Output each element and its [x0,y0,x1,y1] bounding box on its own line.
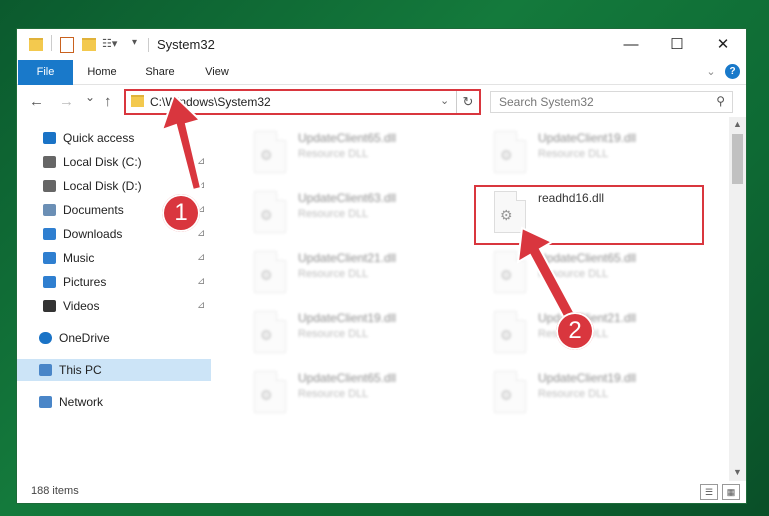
arrow-1 [160,93,203,192]
step-2-badge: 2 [556,312,594,350]
annotation-arrows [160,93,577,322]
arrow-2 [516,226,577,322]
step-1-badge: 1 [162,194,200,232]
